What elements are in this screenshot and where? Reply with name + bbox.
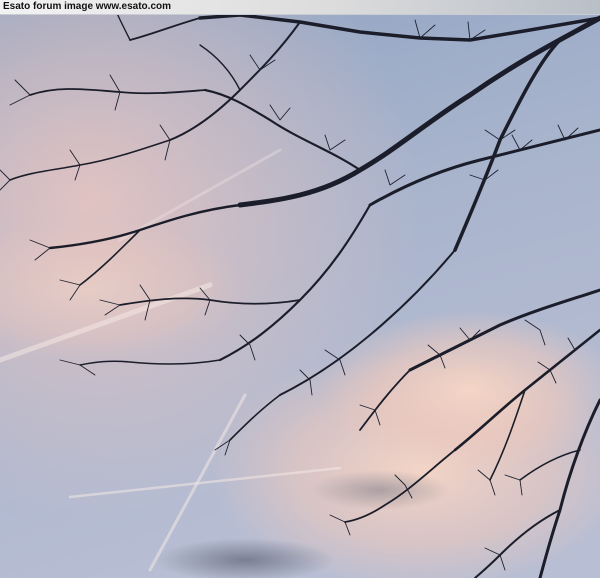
dark-cloud-mid	[310, 470, 450, 510]
sky-with-bare-branches-image	[0, 0, 600, 578]
watermark-bar: Esato forum image www.esato.com	[0, 0, 600, 15]
watermark-text: Esato forum image www.esato.com	[3, 1, 172, 12]
photo: Esato forum image www.esato.com	[0, 0, 600, 578]
